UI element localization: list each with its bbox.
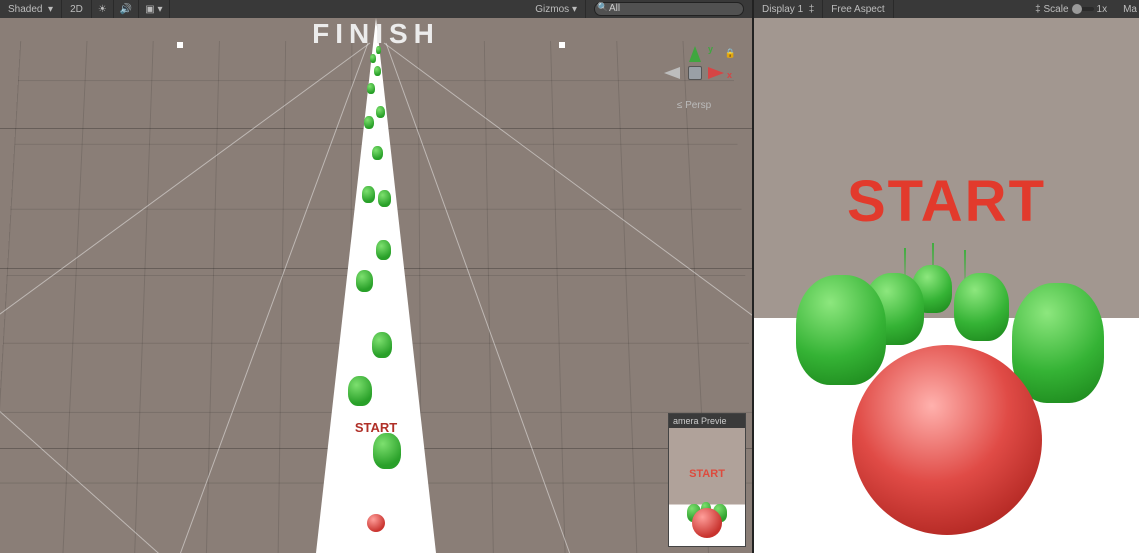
obstacle-capsule (954, 273, 1009, 341)
obstacle-capsule (796, 275, 886, 385)
orientation-gizmo[interactable]: 🔒 y x ≤ Persp (654, 48, 734, 111)
obstacle-capsule (1012, 283, 1104, 403)
frustum-handle[interactable] (177, 42, 183, 48)
obstacle-capsule[interactable] (378, 190, 391, 207)
gizmos-label: Gizmos (535, 4, 569, 15)
obstacle-capsule[interactable] (348, 376, 372, 406)
maximize-button[interactable]: Ma (1115, 0, 1139, 18)
camera-preview-start: START (669, 468, 745, 480)
toggle-2d-button[interactable]: 2D (62, 0, 92, 18)
draw-mode-dropdown[interactable]: Shaded ▾ (0, 0, 62, 18)
scale-control: ‡ Scale 1x (1027, 0, 1115, 18)
obstacle-capsule[interactable] (372, 332, 392, 358)
obstacle-capsule[interactable] (376, 106, 385, 118)
fx-toggle-icon[interactable]: ▣ ▾ (139, 0, 169, 18)
finish-label: FINISH (312, 18, 440, 50)
player-ball[interactable] (367, 514, 385, 532)
axis-y-label: y (708, 44, 713, 54)
scale-slider[interactable] (1072, 7, 1094, 11)
axis-x-label: x (727, 70, 732, 80)
game-canvas[interactable]: START (754, 18, 1139, 553)
display-dropdown[interactable]: Display 1 ‡ (754, 0, 823, 18)
game-view-panel: Display 1 ‡ Free Aspect ‡ Scale 1x Ma ST… (754, 0, 1139, 553)
watermark-text: CSDN @代码骑士 (1015, 527, 1129, 547)
start-label-game: START (754, 168, 1139, 235)
obstacle-capsule[interactable] (364, 116, 374, 129)
lock-icon[interactable]: 🔒 (725, 48, 736, 59)
obstacle-capsule[interactable] (370, 54, 376, 63)
obstacle-capsule[interactable] (372, 146, 383, 160)
player-ball (852, 345, 1042, 535)
frustum-handle[interactable] (559, 42, 565, 48)
scene-search-input[interactable]: All (594, 2, 744, 16)
camera-preview-title: amera Previe (669, 414, 745, 428)
aspect-dropdown[interactable]: Free Aspect (823, 0, 893, 18)
game-toolbar: Display 1 ‡ Free Aspect ‡ Scale 1x Ma (754, 0, 1139, 18)
obstacle-capsule[interactable] (362, 186, 375, 203)
obstacle-capsule[interactable] (376, 240, 391, 260)
scene-view-panel: Shaded ▾ 2D ☀ 🔊 ▣ ▾ Gizmos ▾ All FI (0, 0, 754, 553)
lighting-toggle-icon[interactable]: ☀ (92, 0, 114, 18)
obstacle-capsule[interactable] (374, 66, 381, 76)
obstacle-capsule[interactable] (356, 270, 373, 292)
audio-toggle-icon[interactable]: 🔊 (114, 0, 139, 18)
scene-canvas[interactable]: FINISH START 🔒 y x ≤ Persp (0, 18, 752, 553)
camera-preview: amera Previe START (668, 413, 746, 547)
obstacle-capsule[interactable] (373, 433, 401, 469)
obstacle-capsule[interactable] (367, 83, 375, 94)
gizmos-dropdown[interactable]: Gizmos ▾ (527, 0, 586, 18)
projection-label[interactable]: ≤ Persp (654, 100, 734, 111)
draw-mode-label: Shaded (8, 4, 42, 15)
scale-label: Scale (1044, 4, 1069, 15)
scene-toolbar: Shaded ▾ 2D ☀ 🔊 ▣ ▾ Gizmos ▾ All (0, 0, 752, 18)
start-label-scene: START (355, 420, 397, 435)
search-wrapper: All (586, 0, 752, 18)
scale-value: 1x (1097, 4, 1108, 15)
